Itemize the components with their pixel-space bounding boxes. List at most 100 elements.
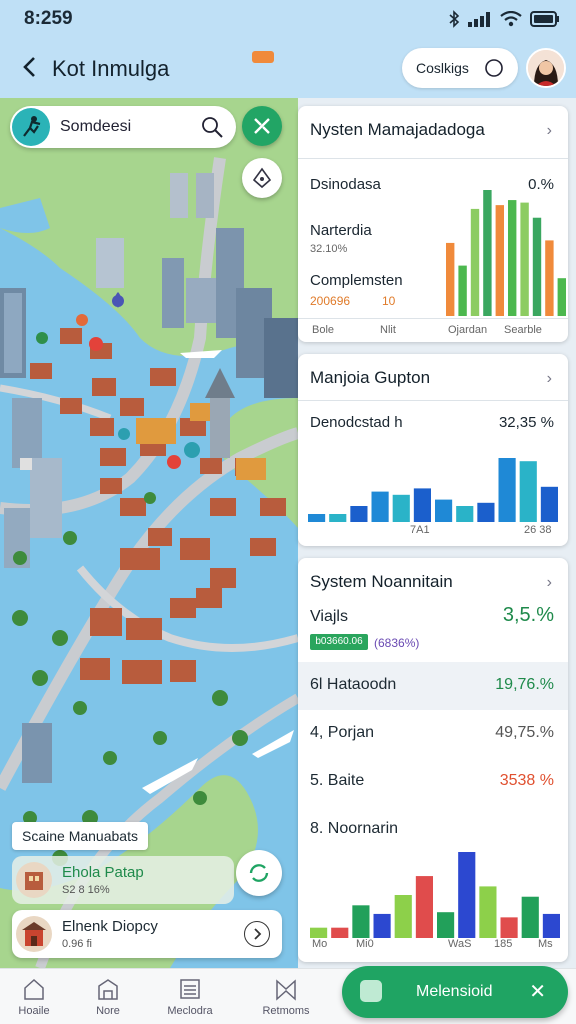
building-icon [16,916,52,952]
list-item[interactable]: 5. Baite 3538 % [298,758,568,806]
chart-bar [371,491,389,522]
runner-icon [12,108,50,146]
nav-label: Meclodra [167,1005,213,1017]
chat-icon [360,980,382,1002]
status-badge: b03660.06 [310,634,368,650]
divider [298,400,568,401]
navigate-icon [252,167,272,189]
wifi-icon [500,11,522,27]
map-area-tag: Scaine Manuabats [12,822,148,850]
chart-bar [498,458,516,522]
metric-sub: 32.10% [310,243,348,255]
primary-action-button[interactable]: Melensioid ✕ [342,966,568,1018]
metric-value: 3,5.% [502,604,554,626]
nav-item-media[interactable]: Meclodra [160,977,220,1017]
nav-item-reports[interactable]: Retmoms [256,977,316,1017]
chip-button[interactable]: Coslkigs [402,48,518,88]
list-item[interactable]: 4, Porjan 49,75.% [298,710,568,758]
chip-label: Coslkigs [416,60,469,76]
back-arrow-icon[interactable] [18,52,44,82]
chevron-right-icon[interactable]: › [547,370,552,388]
layers-button[interactable] [242,158,282,198]
chart-bar [477,502,495,522]
divider [298,318,568,319]
chart-bar [456,506,474,522]
axis-label: 185 [494,938,513,950]
chart-bar [483,190,492,316]
map-search-bar[interactable]: Somdeesi [10,106,236,148]
row-label: 8. Noornarin [310,820,399,837]
place-card[interactable]: Elnenk Diopcy 0.96 fi [12,910,282,958]
magnifier-icon[interactable] [200,115,224,139]
refresh-button[interactable] [236,850,282,896]
chart-bar [308,514,326,522]
chart-bar [508,200,517,316]
metric-label: Narterdia [310,222,372,239]
nav-item-home[interactable]: Hoaile [4,977,64,1017]
chart-bar [519,461,537,522]
chart-bar [392,494,410,522]
chart-bar [540,486,558,522]
chart-bar [458,852,476,938]
bar-chart [308,458,558,522]
tools-button[interactable] [242,106,282,146]
place-name: Ehola Patap [62,864,144,881]
list-item[interactable]: 6l Hataoodn 19,76.% [298,662,568,710]
place-sub: 0.96 fi [62,938,92,950]
page-title: Kot Inmulga [52,56,170,81]
row-value: 19,76.% [495,676,554,693]
row-label: 4, Porjan [310,724,375,741]
chart-bar [310,927,328,938]
axis-label: Searble [504,324,542,336]
stats-card-manjoia[interactable]: Manjoia Gupton › Denodcstad h 32,35 % 7A… [298,354,568,546]
axis-label: 7A1 [410,524,430,536]
list-icon [180,979,200,999]
row-value: 3538 % [499,772,554,789]
chart-bar [520,202,529,316]
axis-label: 26 38 [524,524,552,536]
axis-label: Ms [538,938,553,950]
chart-bar [557,278,566,316]
chevron-right-icon[interactable]: › [547,574,552,592]
tools-icon [254,118,270,134]
chart-bar [394,895,412,938]
metric-value: 32,35 % [498,414,554,431]
nav-label: Nore [96,1005,120,1017]
nav-label: Retmoms [262,1005,310,1017]
bluetooth-icon [449,10,460,28]
chart-bar [545,240,554,316]
chart-bar [458,265,467,316]
close-icon[interactable]: ✕ [529,979,546,1004]
signal-icon [468,12,490,27]
list-item[interactable]: 8. Noornarin [298,806,568,854]
chevron-right-icon[interactable]: › [547,122,552,140]
primary-button-label: Melensioid [416,983,493,1000]
place-card[interactable]: Ehola Patap S2 8 16% [12,856,234,904]
stats-card-system-maintain[interactable]: System Noannitain › Viajls 3,5.% b03660.… [298,558,568,962]
axis-label: Mi0 [356,938,374,950]
stats-panel: Nysten Mamajadadoga › Dsinodasa 0.% Nart… [298,98,576,968]
nav-label: Hoaile [18,1005,50,1017]
chevron-right-icon[interactable] [244,921,270,947]
place-name: Elnenk Diopcy [62,918,158,935]
divider [298,158,568,159]
axis-label: WaS [448,938,472,950]
chart-bar [495,205,504,316]
notification-badge[interactable] [252,51,274,63]
status-icons [448,10,560,28]
nav-item-store[interactable]: Nore [78,977,138,1017]
avatar[interactable] [526,48,566,88]
chart-bar [446,242,455,316]
metric-label: Complemsten [310,272,403,289]
chart-bar [532,217,542,316]
metric-sub: 200696 [310,294,351,308]
refresh-icon [249,864,269,882]
chart-bar [521,896,539,938]
building-icon [16,862,52,898]
axis-label: Bole [312,324,335,336]
chart-bar [542,913,560,938]
search-input[interactable]: Somdeesi [60,118,131,136]
stats-card-system[interactable]: Nysten Mamajadadoga › Dsinodasa 0.% Nart… [298,106,568,342]
chart-bar [500,917,518,938]
chart-bar [435,499,453,522]
